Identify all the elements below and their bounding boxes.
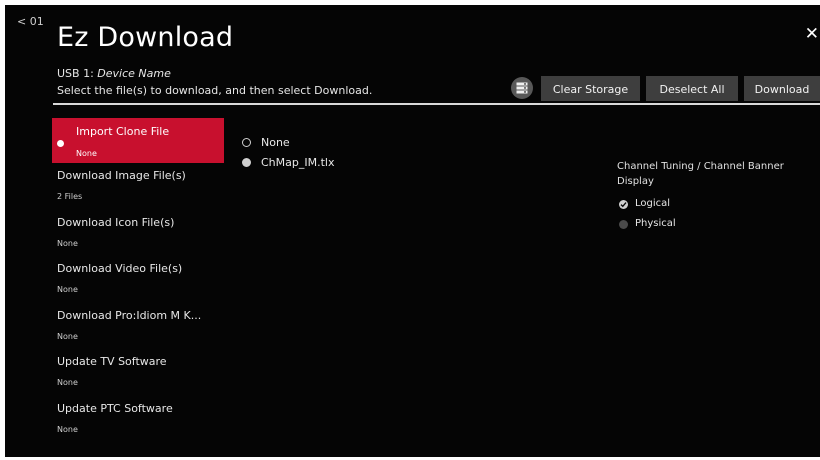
file-option-label: ChMap_IM.tlx (261, 156, 335, 169)
menu-item-label: Download Icon File(s) (57, 215, 175, 229)
deselect-all-button[interactable]: Deselect All (646, 76, 738, 101)
radio-unselected-icon (242, 138, 251, 147)
menu-item-label: Download Pro:Idiom M K... (57, 308, 202, 322)
unchecked-circle-icon (619, 220, 628, 229)
menu-item-label: Import Clone File (76, 125, 170, 138)
menu-item-status: None (57, 378, 78, 387)
menu-item-status: None (57, 285, 78, 294)
download-button[interactable]: Download (744, 76, 820, 101)
header-divider (53, 103, 820, 105)
file-option-label: None (261, 136, 290, 149)
page-title: Ez Download (57, 22, 234, 53)
menu-item-status: 2 Files (57, 192, 83, 201)
menu-item-status: None (57, 331, 78, 341)
menu-item-label: Download Video File(s) (57, 262, 183, 275)
menu-item-label: Update TV Software (57, 355, 167, 368)
menu-item-status: None (57, 424, 78, 434)
ez-download-screen: < 01 Ez Download ✕ USB 1: Device Name Se… (5, 5, 820, 457)
menu-item-update-tv-software[interactable]: Update TV Software None (52, 349, 224, 396)
close-icon[interactable]: ✕ (805, 24, 819, 44)
channel-tuning-title: Channel Tuning / Channel Banner Display (617, 161, 784, 187)
channel-option-label: Physical (635, 218, 676, 229)
back-button[interactable]: < 01 (17, 15, 44, 28)
radio-selected-icon (242, 158, 251, 167)
device-name: Device Name (97, 67, 171, 80)
checkmark-icon (619, 200, 628, 209)
device-prefix: USB 1: (57, 67, 98, 80)
device-label: USB 1: Device Name (57, 67, 171, 80)
download-category-menu: Import Clone File None Download Image Fi… (52, 118, 224, 442)
storage-icon[interactable] (511, 77, 533, 99)
menu-item-download-video-files[interactable]: Download Video File(s) None (52, 256, 224, 303)
menu-item-status: None (76, 149, 97, 158)
channel-option-label: Logical (635, 198, 671, 209)
menu-item-download-proidiom[interactable]: Download Pro:Idiom M K... None (52, 303, 224, 350)
instruction-text: Select the file(s) to download, and then… (57, 84, 373, 97)
selected-dot-icon (57, 140, 64, 147)
menu-item-download-image-files[interactable]: Download Image File(s) 2 Files (52, 163, 224, 210)
menu-item-import-clone-file[interactable]: Import Clone File None (52, 118, 224, 163)
menu-item-label: Update PTC Software (57, 401, 173, 415)
menu-item-update-ptc-software[interactable]: Update PTC Software None (52, 396, 224, 443)
clear-storage-button[interactable]: Clear Storage (541, 76, 640, 101)
menu-item-status: None (57, 238, 78, 248)
menu-item-label: Download Image File(s) (57, 169, 186, 182)
menu-item-download-icon-files[interactable]: Download Icon File(s) None (52, 210, 224, 257)
